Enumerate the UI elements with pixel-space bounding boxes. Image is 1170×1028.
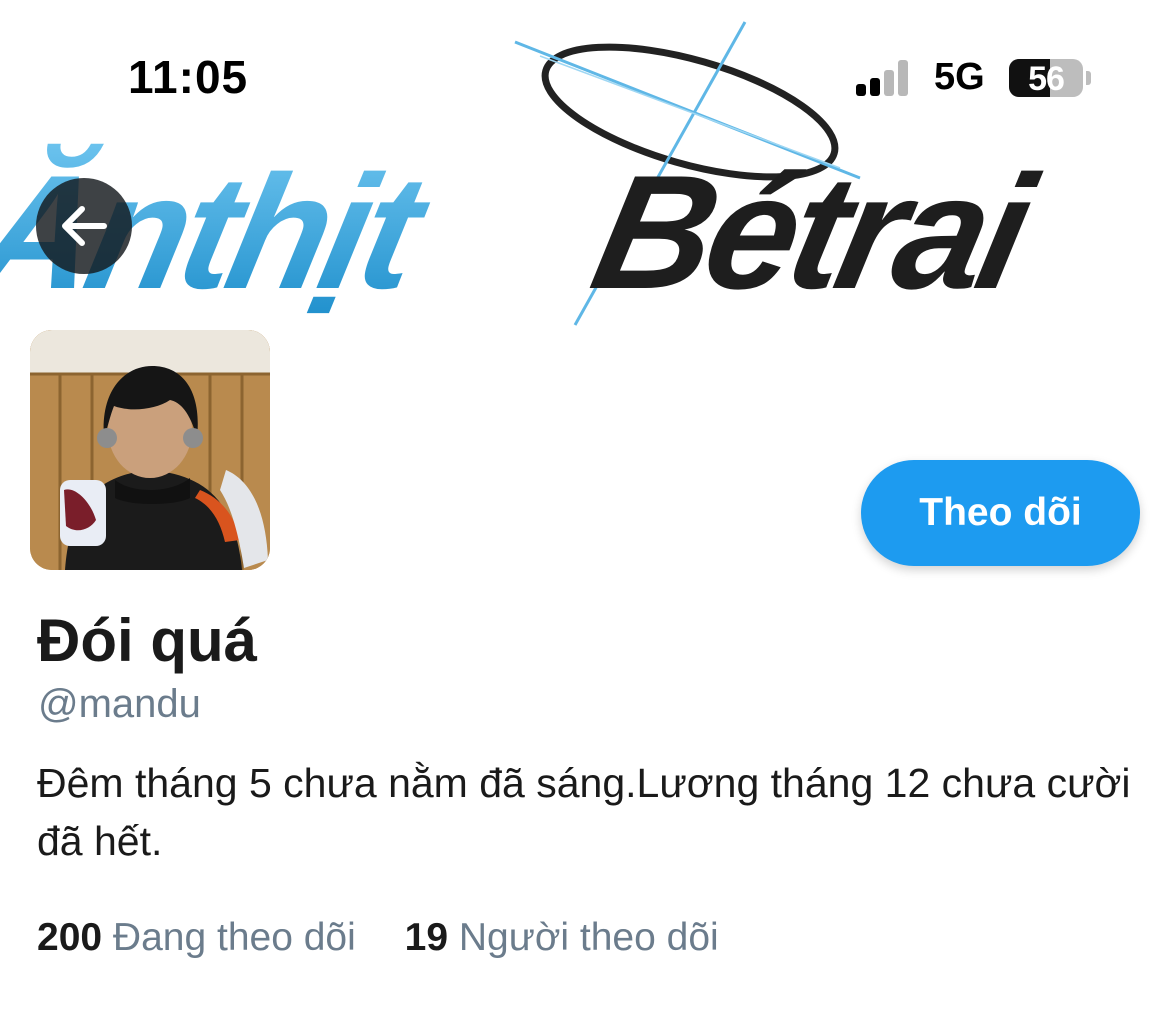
followers-stat[interactable]: 19 Người theo dõi: [405, 916, 719, 960]
follow-button[interactable]: Theo dõi: [861, 460, 1140, 566]
profile-bio: Đêm tháng 5 chưa nằm đã sáng.Lương tháng…: [37, 760, 1131, 864]
followers-label: Người theo dõi: [458, 916, 719, 959]
user-handle: @mandu: [38, 682, 201, 726]
network-type: 5G: [934, 56, 985, 98]
following-stat[interactable]: 200 Đang theo dõi: [37, 916, 356, 960]
battery-percent: 56: [1028, 60, 1065, 97]
avatar[interactable]: [30, 330, 270, 570]
battery-tip: [1086, 71, 1091, 85]
back-button[interactable]: [36, 178, 132, 274]
logo-text-right: Bétrai: [579, 142, 1050, 323]
status-time: 11:05: [128, 51, 249, 103]
following-count: 200: [37, 916, 103, 959]
signal-icon: [856, 60, 916, 96]
followers-count: 19: [404, 916, 449, 959]
following-label: Đang theo dõi: [112, 916, 356, 959]
display-name: Đói quá: [37, 607, 257, 674]
avatar-photo: [30, 330, 270, 570]
battery-icon: 56: [1009, 59, 1083, 97]
arrow-left-icon: [62, 206, 107, 246]
profile-stats: 200 Đang theo dõi 19 Người theo dõi: [37, 916, 719, 960]
